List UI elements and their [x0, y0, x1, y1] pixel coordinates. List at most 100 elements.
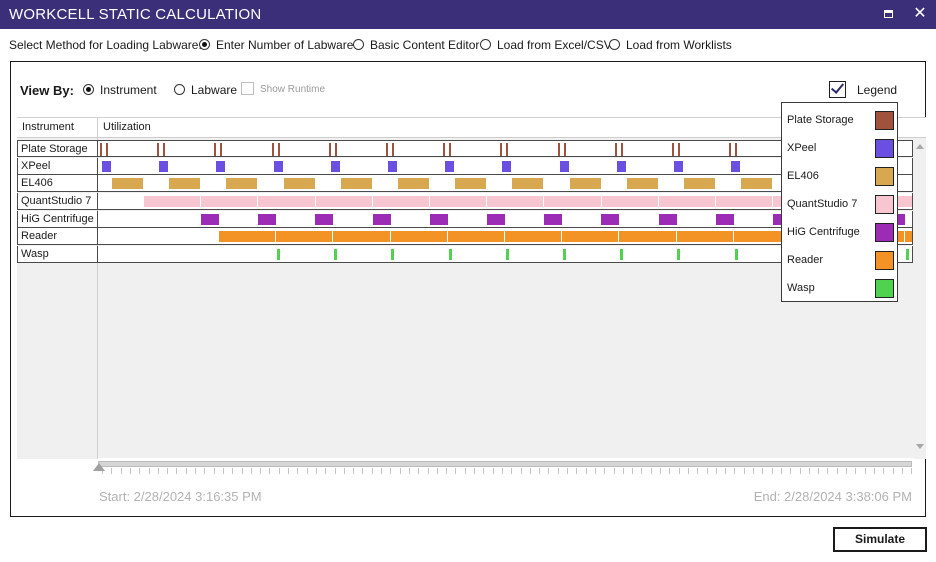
timeline-tick — [315, 468, 317, 474]
utilization-segment — [226, 178, 258, 189]
timeline-tick — [269, 468, 271, 474]
radio-icon[interactable] — [174, 84, 185, 95]
legend-item-quantstudio-7: QuantStudio 7 — [787, 195, 895, 215]
utilization-segment — [340, 178, 372, 189]
utilization-segment — [487, 196, 544, 207]
utilization-segment — [445, 161, 455, 172]
timeline-tick — [632, 468, 634, 474]
utilization-segment — [735, 143, 738, 156]
utilization-segment — [506, 143, 509, 156]
utilization-segment — [658, 196, 715, 207]
timeline-tick — [483, 468, 485, 474]
radio-icon[interactable] — [480, 39, 491, 50]
checkbox-icon[interactable] — [241, 82, 254, 95]
simulate-button[interactable]: Simulate — [833, 527, 927, 552]
timeline-tick — [687, 468, 689, 474]
instrument-row-label: Plate Storage — [17, 140, 98, 157]
timeline-start-time: Start: 2/28/2024 3:16:35 PM — [99, 489, 262, 504]
utilization-segment — [201, 214, 219, 225]
timeline-tick — [808, 468, 810, 474]
timeline-tick — [557, 468, 559, 474]
instrument-row-plate-storage[interactable]: Plate Storage — [17, 140, 913, 157]
close-icon[interactable]: ✕ — [909, 4, 931, 24]
utilization-segment — [102, 161, 111, 172]
utilization-segment — [276, 231, 333, 242]
timeline-tick — [604, 468, 606, 474]
timeline-tick — [771, 468, 773, 474]
instrument-row-reader[interactable]: Reader — [17, 228, 913, 245]
timeline-tick — [790, 468, 792, 474]
utilization-segment — [619, 231, 676, 242]
timeline-thumb-icon[interactable] — [93, 463, 105, 471]
utilization-segment — [569, 178, 601, 189]
legend-panel: Plate Storage XPeel EL406 QuantStudio 7 … — [781, 102, 898, 302]
instrument-row-wasp[interactable]: Wasp — [17, 246, 913, 263]
timeline-tick — [408, 468, 410, 474]
utilization-segment — [487, 214, 505, 225]
utilization-segment — [557, 143, 560, 156]
timeline-tick — [511, 468, 513, 474]
utilization-segment — [505, 249, 509, 260]
utilization-segment — [626, 178, 658, 189]
utilization-segment — [620, 143, 623, 156]
utilization-segment — [672, 143, 674, 156]
timeline-tick — [883, 468, 885, 474]
instrument-row-label: Reader — [17, 228, 98, 245]
vertical-scrollbar[interactable] — [914, 138, 926, 459]
timeline-slider[interactable]: Start: 2/28/2024 3:16:35 PM End: 2/28/20… — [93, 459, 913, 509]
instrument-row-el406[interactable]: EL406 — [17, 175, 913, 192]
utilization-segment — [430, 196, 487, 207]
utilization-segment — [455, 178, 487, 189]
utilization-segment — [169, 178, 201, 189]
timeline-tick — [911, 468, 913, 474]
instrument-row-label: HiG Centrifuge — [17, 211, 98, 228]
column-header-instrument[interactable]: Instrument — [17, 118, 98, 138]
timeline-tick — [371, 468, 373, 474]
timeline-tick — [353, 468, 355, 474]
instrument-row-xpeel[interactable]: XPeel — [17, 158, 913, 175]
scroll-down-icon[interactable] — [916, 444, 924, 449]
utilization-segment — [684, 178, 715, 189]
instrument-row-label: EL406 — [17, 175, 98, 192]
timeline-tick — [464, 468, 466, 474]
timeline-track[interactable] — [98, 461, 912, 467]
utilization-segment — [391, 249, 395, 260]
utilization-segment — [616, 161, 626, 172]
timeline-tick — [455, 468, 457, 474]
instrument-row-quantstudio-7[interactable]: QuantStudio 7 — [17, 193, 913, 210]
timeline-tick — [111, 468, 113, 474]
timeline-tick — [576, 468, 578, 474]
utilization-segment — [219, 231, 276, 242]
radio-selected-icon[interactable] — [199, 39, 210, 50]
utilization-panel: View By: Instrument Labware Show Runtime… — [10, 61, 926, 517]
timeline-tick — [418, 468, 420, 474]
timeline-tick — [641, 468, 643, 474]
utilization-segment — [734, 249, 738, 260]
timeline-tick — [260, 468, 262, 474]
timeline-tick — [325, 468, 327, 474]
scroll-up-icon[interactable] — [916, 144, 924, 149]
utilization-segment — [157, 143, 160, 156]
utilization-segment — [601, 196, 658, 207]
utilization-segment — [715, 214, 734, 225]
legend-item-xpeel: XPeel — [787, 139, 895, 159]
checkbox-checked-icon[interactable] — [829, 80, 846, 98]
instrument-row-label: QuantStudio 7 — [17, 193, 98, 210]
utilization-segment — [677, 249, 681, 260]
timeline-tick — [129, 468, 131, 474]
utilization-segment — [559, 161, 569, 172]
utilization-segment — [563, 249, 566, 260]
utilization-segment — [277, 249, 280, 260]
utilization-segment — [159, 161, 169, 172]
legend-item-el406: EL406 — [787, 167, 895, 187]
radio-icon[interactable] — [353, 39, 364, 50]
utilization-segment — [372, 214, 391, 225]
timeline-tick — [362, 468, 364, 474]
instrument-row-hig-centrifuge[interactable]: HiG Centrifuge — [17, 211, 913, 228]
utilization-segment — [283, 178, 315, 189]
utilization-segment — [716, 196, 773, 207]
radio-selected-icon[interactable] — [83, 84, 94, 95]
radio-icon[interactable] — [609, 39, 620, 50]
utilization-segment — [512, 178, 544, 189]
maximize-icon[interactable] — [877, 4, 899, 24]
